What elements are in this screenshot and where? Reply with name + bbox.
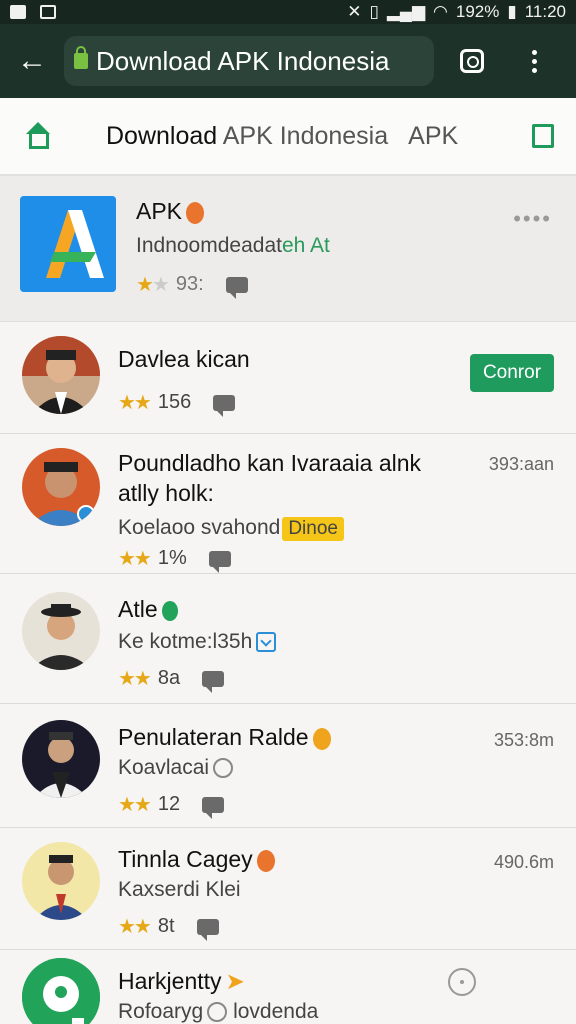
bookmark-icon[interactable] [532, 124, 554, 148]
list-item[interactable]: Harkjentty ➤ Rofoaryg lovdenda [0, 950, 576, 1024]
item-meta: ★★ 8t [118, 914, 219, 941]
battery-icon: ▮ [507, 2, 517, 21]
rating-stars-icon: ★★ [136, 274, 170, 296]
avatar [22, 842, 100, 920]
list-item[interactable]: Tinnla Cagey Kaxserdi Klei ★★ 8t 490.6m [0, 828, 576, 950]
item-subtitle: Koavlacai [118, 756, 234, 780]
item-title: Penulateran Ralde [118, 724, 309, 750]
status-bar: ✕ ▯ ▂▄▆ ◠ 192% ▮ 11:20 [0, 0, 576, 24]
emoji-icon [213, 758, 234, 779]
comment-icon [196, 918, 219, 941]
item-time: 393:aan [488, 454, 554, 474]
home-icon[interactable] [24, 122, 52, 150]
mute-icon: ✕ [347, 2, 362, 21]
list-item[interactable]: Penulateran Ralde Koavlacai ★★ 12 353:8m [0, 704, 576, 828]
gallery-notification-icon [40, 5, 56, 19]
image-notification-icon [10, 5, 26, 19]
tab-apk[interactable]: APK [408, 122, 458, 151]
site-title-main: Download [106, 121, 223, 150]
clock: 11:20 [524, 2, 566, 21]
avatar [22, 336, 100, 414]
hot-badge-icon [312, 727, 331, 750]
rating-stars-icon: ★★ [118, 668, 152, 690]
emoji-icon [207, 1002, 228, 1023]
rating-stars-icon: ★★ [118, 548, 152, 570]
rating-count: 156 [157, 391, 192, 413]
list-item[interactable]: Atle Ke kotme:l35h ★★ 8a [0, 574, 576, 704]
comment-icon [213, 394, 236, 417]
more-options-icon[interactable]: •••• [513, 206, 552, 232]
item-subtitle: Rofoaryg lovdenda [118, 1000, 319, 1023]
check-icon [256, 632, 277, 653]
spark-icon: ➤ [225, 968, 245, 994]
app-logo-icon [20, 196, 116, 292]
list-item[interactable]: Poundladho kan Ivaraaia alnk atlly holk:… [0, 434, 576, 574]
avatar [22, 958, 100, 1024]
browser-toolbar: ← Download APK Indonesia [0, 24, 576, 98]
follow-button[interactable]: Conror [470, 354, 554, 392]
item-title-wrap: Penulateran Ralde [118, 722, 331, 752]
hot-badge-icon [256, 849, 275, 872]
comment-icon [208, 550, 231, 573]
lock-icon [74, 46, 88, 69]
list-item[interactable]: Davlea kican ★★ 156 Conror [0, 322, 576, 434]
hot-badge-icon [186, 201, 205, 224]
item-title: Poundladho kan Ivaraaia alnk atlly holk: [118, 450, 422, 506]
more-circle-icon[interactable] [448, 968, 476, 996]
item-time: 490.6m [493, 852, 554, 872]
url-text: Download APK Indonesia [96, 45, 390, 76]
kebab-icon [531, 49, 537, 73]
search-button[interactable] [452, 41, 492, 81]
item-meta: ★★ 8a [118, 666, 225, 693]
rating-count: 8t [157, 915, 175, 937]
avatar [22, 720, 100, 798]
app-list: Davlea kican ★★ 156 Conror Poundladho ka… [0, 322, 576, 1024]
item-title: Davlea kican [118, 346, 250, 372]
rating-stars-icon: ★★ [118, 794, 152, 816]
item-title-wrap: Atle [118, 594, 178, 624]
comment-icon [202, 796, 225, 819]
url-bar[interactable]: Download APK Indonesia [64, 36, 434, 86]
featured-subtitle: Indnoomdeadateh At [136, 234, 330, 257]
wifi-icon: ◠ [433, 2, 448, 21]
verified-icon [161, 600, 178, 621]
item-title: Harkjentty [118, 968, 222, 994]
rating-stars-icon: ★★ [118, 392, 152, 414]
featured-rating: ★★ 93: [136, 272, 248, 299]
rating-count: 12 [157, 793, 181, 815]
item-meta: ★★ 1% [118, 546, 231, 573]
item-subtitle: Koelaoo svahond Dinoe [118, 516, 344, 541]
comment-icon [225, 276, 248, 299]
featured-title: APK [136, 198, 205, 225]
rating-stars-icon: ★★ [118, 916, 152, 938]
signal-icon: ▂▄▆ [386, 2, 426, 21]
item-title: Atle [118, 596, 158, 622]
rating-value: 93: [175, 273, 204, 295]
item-time: 353:8m [493, 730, 554, 750]
overflow-menu-button[interactable] [514, 41, 554, 81]
vibrate-icon: ▯ [369, 2, 379, 21]
back-arrow-icon[interactable]: ← [12, 41, 52, 81]
site-title-rest: APK Indonesia [222, 121, 389, 150]
tag-badge: Dinoe [282, 517, 344, 541]
comment-icon [202, 670, 225, 693]
avatar [22, 448, 100, 526]
item-meta: ★★ 156 [118, 390, 236, 417]
site-title[interactable]: Download APK Indonesia [106, 122, 388, 151]
featured-app-card[interactable]: APK Indnoomdeadateh At ★★ 93: •••• [0, 176, 576, 322]
item-subtitle: Kaxserdi Klei [118, 878, 241, 901]
site-header: Download APK Indonesia APK [0, 98, 576, 176]
search-icon [460, 49, 484, 73]
item-meta: ★★ 12 [118, 792, 225, 819]
avatar [22, 592, 100, 670]
battery-level: 192% [455, 2, 500, 21]
item-title: Tinnla Cagey [118, 846, 253, 872]
item-title-wrap: Harkjentty ➤ [118, 966, 245, 996]
rating-count: 8a [157, 667, 181, 689]
item-subtitle: Ke kotme:l35h [118, 630, 277, 654]
rating-count: 1% [157, 547, 187, 569]
item-title-wrap: Tinnla Cagey [118, 844, 275, 874]
